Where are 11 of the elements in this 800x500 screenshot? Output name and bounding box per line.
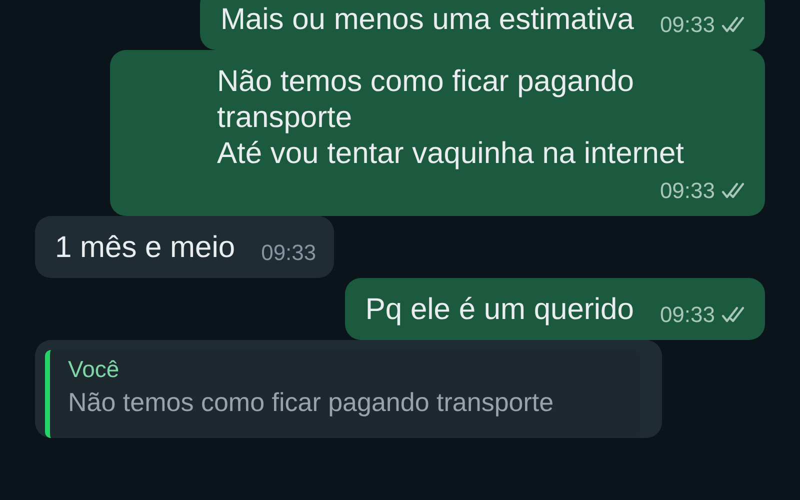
message-time: 09:33	[660, 12, 715, 38]
message-time: 09:33	[261, 240, 316, 266]
message-text: Mais ou menos uma estimativa	[220, 2, 634, 38]
message-text: 1 mês e meio	[55, 230, 236, 266]
quote-text: Não temos como ficar pagando transporte	[68, 387, 555, 418]
quoted-message[interactable]: Você Não temos como ficar pagando transporte	[45, 350, 640, 438]
message-text: Pq ele é um querido	[365, 292, 634, 328]
message-time: 09:33	[660, 302, 715, 328]
message-time: 09:33	[660, 178, 715, 204]
message-text: Não temos como ficar pagando transporte Até vou tentar vaquinha na internet	[217, 64, 685, 172]
quote-author: Você	[68, 356, 120, 383]
